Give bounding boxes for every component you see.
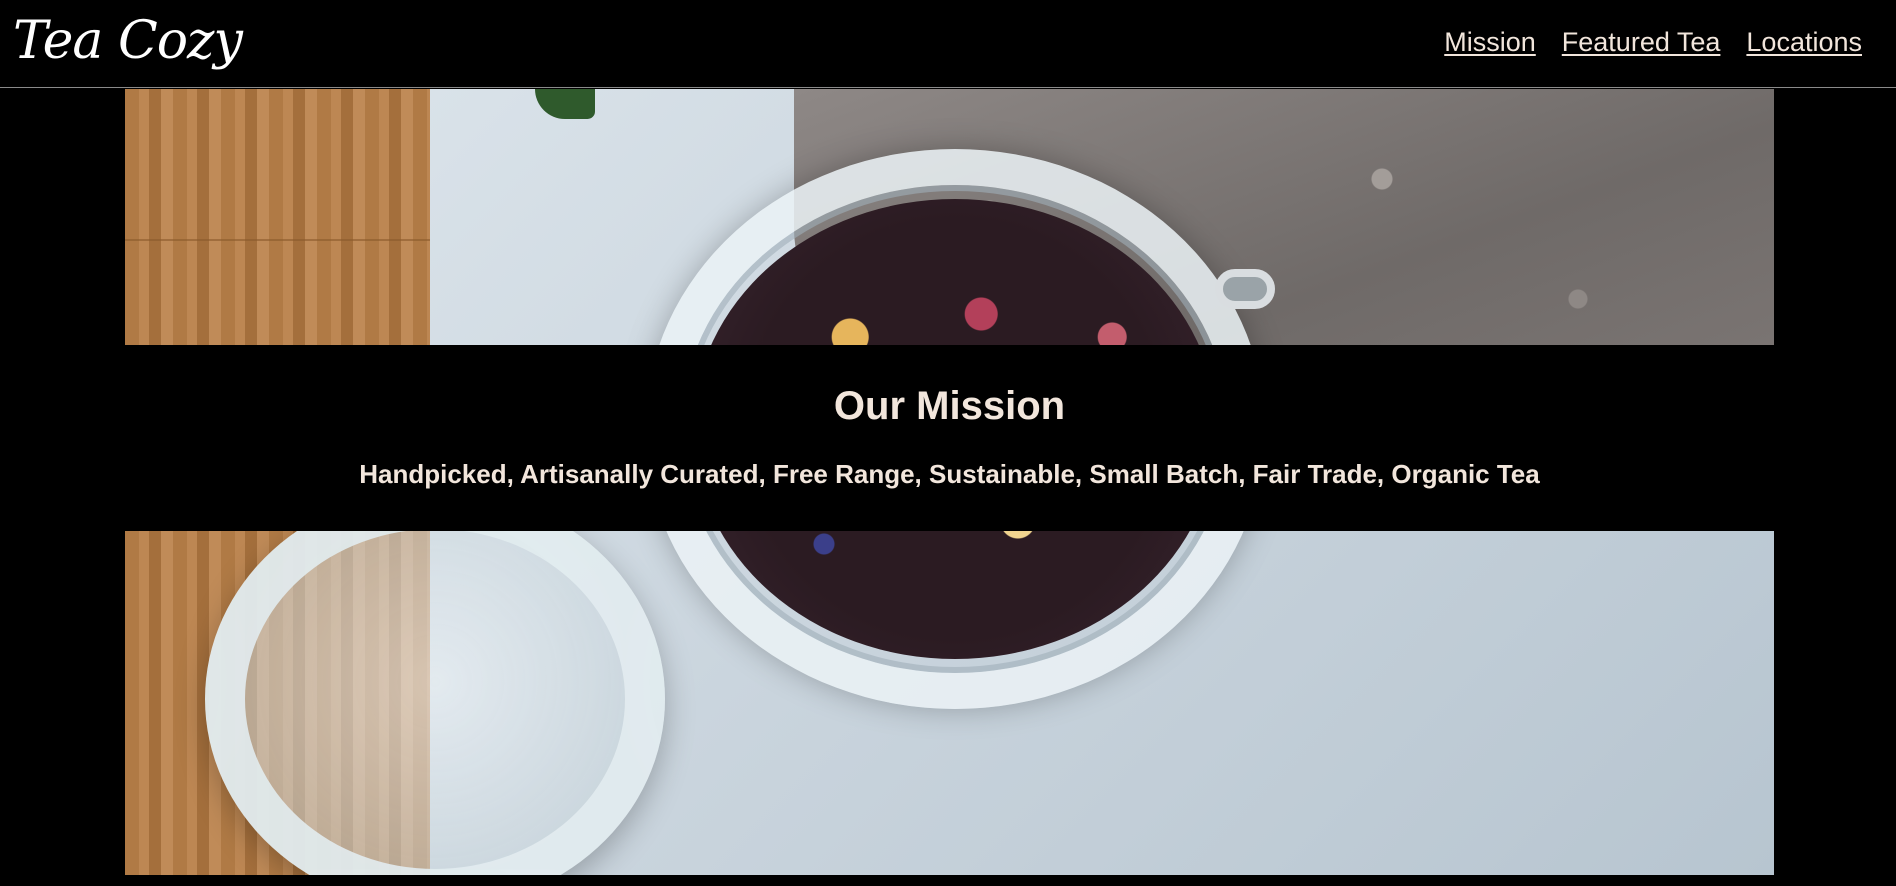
tea-cozy-logo[interactable]: Tea Cozy bbox=[13, 6, 243, 76]
mission-title: Our Mission bbox=[833, 384, 1066, 428]
main-nav: Mission Featured Tea Locations bbox=[1444, 26, 1862, 58]
mission-hero: Our Mission Handpicked, Artisanally Cura… bbox=[125, 89, 1774, 875]
nav-link-locations[interactable]: Locations bbox=[1746, 26, 1862, 58]
nav-link-mission[interactable]: Mission bbox=[1444, 26, 1536, 58]
site-header: Tea Cozy Mission Featured Tea Locations bbox=[0, 0, 1896, 88]
mission-banner: Our Mission Handpicked, Artisanally Cura… bbox=[125, 345, 1774, 531]
mission-statement: Handpicked, Artisanally Curated, Free Ra… bbox=[359, 459, 1540, 489]
nav-link-featured-tea[interactable]: Featured Tea bbox=[1562, 26, 1721, 58]
jar-clasp bbox=[1215, 269, 1275, 309]
